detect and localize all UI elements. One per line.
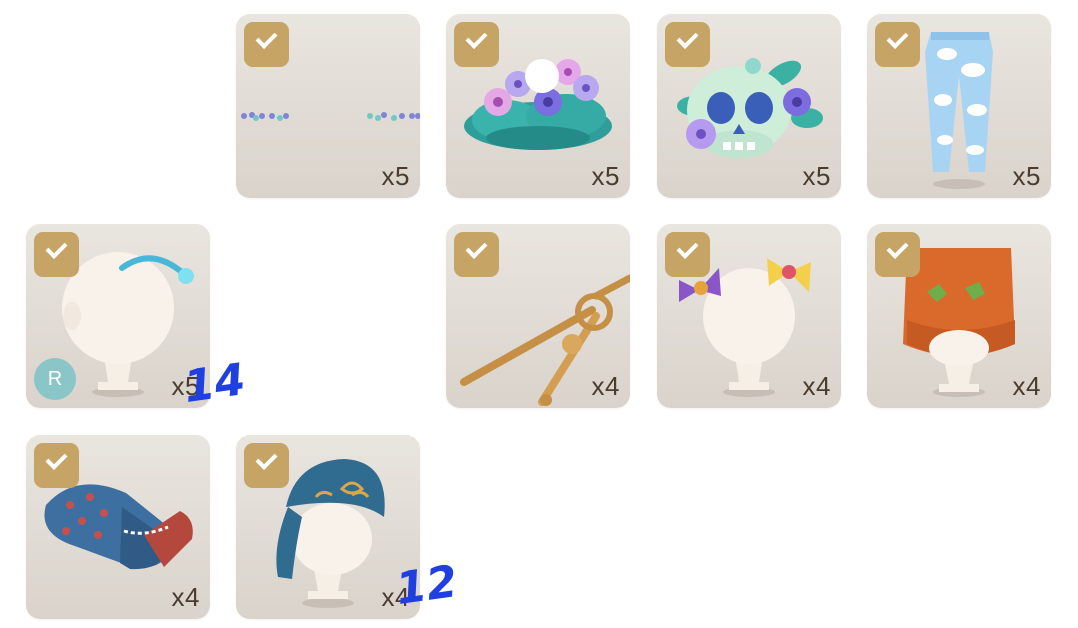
item-quantity: x5 (381, 161, 410, 191)
item-quantity: x5 (802, 161, 831, 191)
owned-check-icon (244, 443, 289, 488)
item-card-flower-bush[interactable]: x5 (446, 14, 630, 198)
owned-check-icon (454, 232, 499, 277)
owned-check-icon (665, 22, 710, 67)
handwritten-annotation: 12 (392, 555, 461, 616)
item-quantity: x4 (802, 371, 831, 401)
item-card-floral-skull[interactable]: x5 (657, 14, 841, 198)
item-quantity: x4 (1012, 371, 1041, 401)
item-card-ribbon-bows[interactable]: x4 (657, 224, 841, 408)
rarity-badge: R (34, 358, 76, 400)
owned-check-icon (875, 22, 920, 67)
item-card-knit-mittens[interactable]: x4 (26, 435, 210, 619)
owned-check-icon (34, 232, 79, 277)
item-card-floating-flowers[interactable]: x5 (236, 14, 420, 198)
item-quantity: x4 (171, 582, 200, 612)
item-card-cloud-pants[interactable]: x5 (867, 14, 1051, 198)
item-card-orange-beanie[interactable]: x4 (867, 224, 1051, 408)
owned-check-icon (665, 232, 710, 277)
item-quantity: x4 (591, 371, 620, 401)
owned-check-icon (454, 22, 499, 67)
item-card-golden-compass[interactable]: x4 (446, 224, 630, 408)
item-card-blue-bandana[interactable]: x4 (236, 435, 420, 619)
owned-check-icon (875, 232, 920, 277)
handwritten-annotation: 14 (180, 353, 249, 414)
item-quantity: x5 (591, 161, 620, 191)
owned-check-icon (34, 443, 79, 488)
item-quantity: x5 (1012, 161, 1041, 191)
owned-check-icon (244, 22, 289, 67)
